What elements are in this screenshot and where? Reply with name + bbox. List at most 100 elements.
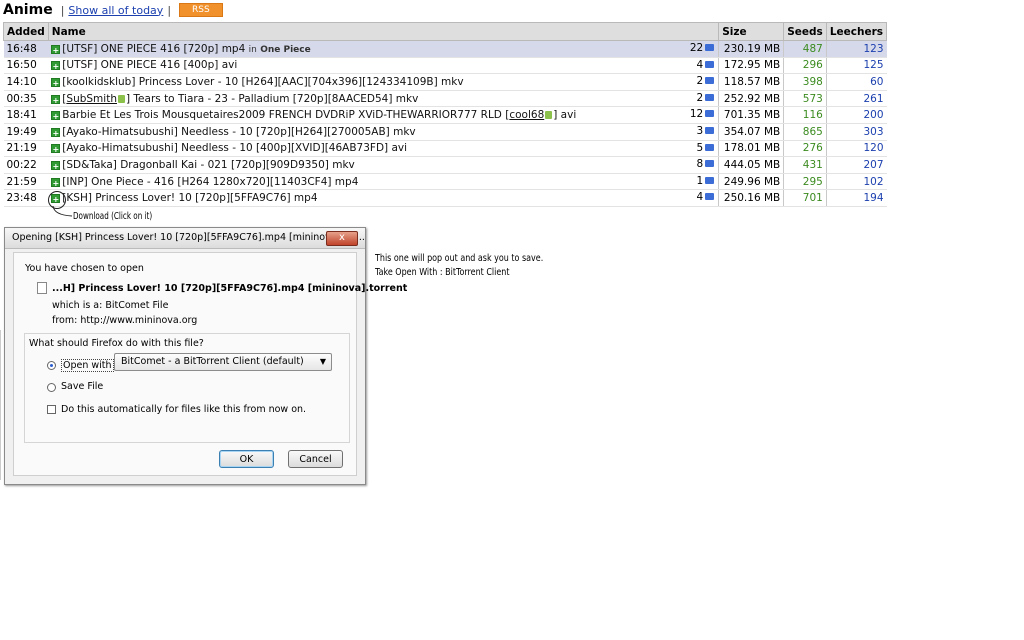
action-group: What should Firefox do with this file? O…: [24, 333, 350, 443]
comment-count[interactable]: 4: [697, 191, 715, 203]
download-plus-icon[interactable]: +: [51, 94, 61, 105]
comment-count[interactable]: 4: [697, 59, 715, 71]
added-time: 21:19: [3, 140, 49, 158]
download-plus-icon[interactable]: +: [51, 127, 61, 138]
comment-count[interactable]: 3: [697, 125, 715, 137]
torrent-name-cell: + [INP] One Piece - 416 [H264 1280x720][1…: [48, 173, 719, 191]
comment-bubble-icon: [705, 126, 715, 134]
open-with-app: BitComet - a BitTorrent Client (default): [121, 356, 304, 367]
leechers-value: 123: [826, 40, 887, 58]
open-with-select[interactable]: BitComet - a BitTorrent Client (default)…: [114, 353, 332, 371]
uploader-link[interactable]: cool68: [509, 109, 544, 121]
comment-count[interactable]: 5: [697, 142, 715, 154]
download-plus-icon[interactable]: +: [51, 77, 61, 88]
size-value: 354.07 MB: [718, 123, 785, 141]
comment-bubble-icon: [705, 60, 715, 68]
comment-count[interactable]: 8: [697, 158, 715, 170]
torrent-link[interactable]: [Ayako-Himatsubushi] Needless - 10 [400p…: [62, 142, 407, 154]
download-plus-icon[interactable]: +: [51, 177, 61, 188]
added-time: 23:48: [3, 189, 49, 207]
ok-button[interactable]: OK: [219, 450, 274, 468]
open-with-radio[interactable]: [47, 361, 56, 370]
download-plus-icon[interactable]: +: [51, 144, 61, 154]
torrent-name-cell: + Barbie Et Les Trois Mousquetaires2009 F…: [48, 106, 719, 124]
table-row[interactable]: 21:59 + [INP] One Piece - 416 [H264 1280x…: [3, 173, 887, 191]
added-time: 16:50: [3, 57, 49, 75]
torrent-name-cell: + [koolkidsklub] Princess Lover - 10 [H26…: [48, 73, 719, 91]
download-plus-icon[interactable]: +: [51, 111, 61, 121]
size-value: 118.57 MB: [718, 73, 785, 91]
auto-label[interactable]: Do this automatically for files like thi…: [61, 404, 306, 415]
table-row[interactable]: 16:50 + [UTSF] ONE PIECE 416 [400p] avi 4…: [3, 57, 887, 75]
size-value: 172.95 MB: [718, 57, 785, 75]
show-all-today-link[interactable]: Show all of today: [68, 4, 163, 17]
leechers-value: 207: [826, 156, 887, 174]
added-time: 19:49: [3, 123, 49, 141]
table-row[interactable]: 00:22 + [SD&Taka] Dragonball Kai - 021 [7…: [3, 156, 887, 174]
column-size[interactable]: Size: [718, 22, 785, 41]
comment-count[interactable]: 22: [690, 42, 715, 54]
file-type: which is a: BitComet File: [52, 300, 169, 311]
table-row[interactable]: 19:49 + [Ayako-Himatsubushi] Needless - 1…: [3, 123, 887, 141]
rss-button[interactable]: RSS: [179, 3, 223, 17]
torrent-link[interactable]: [KSH] Princess Lover! 10 [720p][5FFA9C76…: [62, 192, 317, 204]
chevron-down-icon: ▼: [319, 357, 326, 366]
leechers-value: 194: [826, 189, 887, 207]
column-name[interactable]: Name: [47, 22, 720, 41]
column-added[interactable]: Added: [3, 22, 49, 41]
dialog-body: You have chosen to open ...H] Princess L…: [13, 252, 407, 476]
table-header-row: Added Name Size Seeds Leechers: [3, 22, 888, 41]
comment-bubble-icon: [705, 44, 715, 51]
column-leechers[interactable]: Leechers: [825, 22, 888, 41]
comment-count-value: 5: [696, 141, 704, 154]
torrent-name-cell: + [UTSF] ONE PIECE 416 [720p] mp4 in One …: [48, 40, 719, 58]
download-plus-icon[interactable]: +: [51, 160, 61, 171]
save-file-label[interactable]: Save File: [61, 381, 103, 392]
close-button[interactable]: x: [326, 231, 358, 246]
comment-count-value: 4: [696, 58, 704, 71]
uploader-link[interactable]: SubSmith: [66, 93, 117, 105]
table-row[interactable]: 00:35 + [SubSmith] Tears to Tiara - 23 - …: [3, 90, 887, 108]
comment-count[interactable]: 2: [697, 75, 715, 87]
table-row[interactable]: 21:19 + [Ayako-Himatsubushi] Needless - 1…: [3, 140, 887, 158]
torrent-link[interactable]: [INP] One Piece - 416 [H264 1280x720][11…: [62, 176, 358, 188]
torrent-link[interactable]: [SubSmith] Tears to Tiara - 23 - Palladi…: [62, 93, 418, 105]
torrent-link[interactable]: Barbie Et Les Trois Mousquetaires2009 FR…: [62, 109, 576, 121]
torrent-link[interactable]: [koolkidsklub] Princess Lover - 10 [H264…: [62, 76, 463, 88]
size-value: 250.16 MB: [718, 189, 785, 207]
seeds-value: 116: [783, 106, 827, 124]
torrent-link[interactable]: [UTSF] ONE PIECE 416 [400p] avi: [62, 59, 237, 71]
torrent-table: Added Name Size Seeds Leechers 16:48 + [U…: [3, 22, 888, 210]
torrent-link[interactable]: [Ayako-Himatsubushi] Needless - 10 [720p…: [62, 126, 415, 138]
comment-count[interactable]: 1: [697, 175, 715, 187]
seeds-value: 701: [783, 189, 827, 207]
open-with-label[interactable]: Open with: [61, 359, 114, 372]
download-plus-icon[interactable]: +: [51, 44, 61, 55]
category-link[interactable]: One Piece: [260, 45, 311, 55]
comment-bubble-icon: [705, 176, 715, 184]
table-row[interactable]: 23:48 + [KSH] Princess Lover! 10 [720p][5…: [3, 189, 887, 210]
table-row[interactable]: 16:48 + [UTSF] ONE PIECE 416 [720p] mp4 i…: [3, 40, 887, 58]
download-plus-icon[interactable]: +: [48, 191, 67, 210]
table-row[interactable]: 14:10 + [koolkidsklub] Princess Lover - 1…: [3, 73, 887, 91]
comment-count[interactable]: 2: [697, 92, 715, 104]
separator: |: [60, 3, 65, 17]
added-time: 00:35: [3, 90, 49, 108]
comment-bubble-icon: [705, 93, 715, 101]
save-file-radio[interactable]: [47, 383, 56, 392]
leechers-value: 102: [826, 173, 887, 191]
separator: |: [167, 3, 172, 17]
table-row[interactable]: 18:41 + Barbie Et Les Trois Mousquetaires…: [3, 106, 887, 124]
torrent-name-cell: + [SubSmith] Tears to Tiara - 23 - Pallad…: [48, 90, 719, 108]
instruction-line-1: This one will pop out and ask you to sav…: [375, 253, 544, 264]
torrent-link[interactable]: [UTSF] ONE PIECE 416 [720p] mp4: [62, 43, 245, 55]
download-hint: Download (Click on it): [73, 211, 153, 222]
download-plus-icon[interactable]: +: [51, 61, 61, 71]
comment-count[interactable]: 12: [690, 108, 715, 120]
column-seeds[interactable]: Seeds: [783, 22, 827, 41]
auto-checkbox[interactable]: [47, 405, 56, 414]
torrent-name-cell: + [Ayako-Himatsubushi] Needless - 10 [400…: [48, 140, 719, 158]
torrent-link[interactable]: [SD&Taka] Dragonball Kai - 021 [720p][90…: [62, 159, 354, 171]
cancel-button[interactable]: Cancel: [288, 450, 343, 468]
torrent-name-part: ] avi: [553, 109, 577, 122]
